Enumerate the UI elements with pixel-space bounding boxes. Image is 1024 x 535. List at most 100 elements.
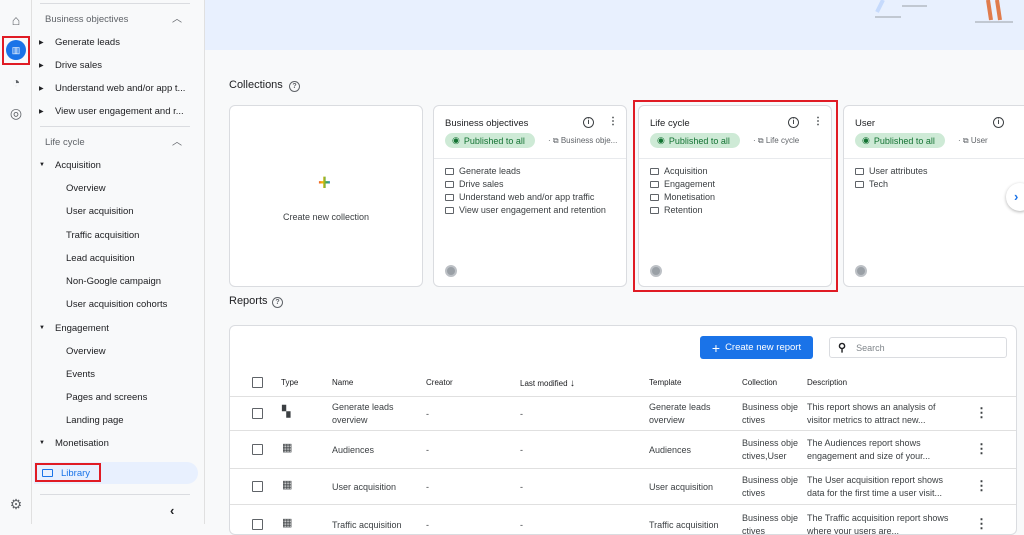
collection-card-user[interactable]: User i ◉ Published to all · ⧉ User User a… — [843, 105, 1024, 287]
report-name[interactable]: User acquisition — [332, 474, 412, 500]
folder-item: Understand web and/or app traffic — [445, 192, 594, 202]
row-checkbox[interactable] — [252, 481, 263, 492]
sidebar-item[interactable]: Landing page — [66, 410, 236, 430]
reports-title: Reports — [229, 295, 268, 307]
select-all-checkbox[interactable] — [252, 377, 263, 388]
more-icon[interactable]: ⋮ — [975, 516, 988, 532]
sidebar-item-monetisation[interactable]: ▼ Monetisation — [32, 433, 202, 453]
table-row[interactable]: ▦ Audiences - - Audiences Business objectives… — [230, 430, 1016, 468]
create-collection-card[interactable]: + Create new collection — [229, 105, 423, 287]
row-checkbox[interactable] — [252, 444, 263, 455]
folder-icon — [445, 193, 454, 201]
home-icon[interactable]: ⌂ — [6, 10, 26, 30]
template-label: · ⧉ Business obje... — [548, 136, 618, 145]
sidebar-item[interactable]: Lead acquisition — [66, 248, 236, 268]
detail-report-icon: ▦ — [282, 442, 293, 454]
section-life-cycle[interactable]: Life cycle — [45, 132, 215, 152]
sidebar-item[interactable]: Traffic acquisition — [66, 225, 236, 245]
sidebar-item[interactable]: Non-Google campaign — [66, 271, 236, 291]
search-input[interactable]: ⚲ Search — [829, 337, 1007, 358]
caret-down-icon: ▼ — [39, 440, 45, 446]
report-name[interactable]: Audiences — [332, 437, 412, 463]
report-name[interactable]: Generate leads overview — [332, 401, 412, 427]
sidebar-item-engagement[interactable]: ▼ Engagement — [32, 318, 202, 338]
info-icon[interactable]: i — [993, 117, 1004, 128]
eye-icon: ◉ — [862, 135, 870, 145]
sidebar-item[interactable]: User acquisition — [66, 201, 236, 221]
card-title: Business objectives — [445, 118, 529, 129]
chevron-up-icon[interactable]: ︿ — [172, 10, 182, 25]
advertising-icon[interactable]: ◎ — [6, 103, 26, 123]
help-icon[interactable]: ? — [272, 297, 283, 308]
folder-icon — [445, 167, 454, 175]
plus-icon: + — [318, 170, 331, 195]
overview-report-icon: ▚ — [282, 406, 291, 418]
table-row[interactable]: ▚ Generate leads overview - - Generate leads… — [230, 396, 1016, 430]
sidebar: Business objectives ︿ ▶ Generate leads ▶ D… — [32, 0, 205, 524]
sidebar-item[interactable]: ▶ Understand web and/or app t... — [32, 78, 202, 98]
google-icon — [855, 265, 867, 277]
reports-table: + Create new report ⚲ Search Type Name Cre… — [229, 325, 1017, 535]
folder-icon — [445, 206, 454, 214]
column-header[interactable]: Template — [649, 378, 681, 387]
info-icon[interactable]: i — [583, 117, 594, 128]
sidebar-item-acquisition[interactable]: ▼ Acquisition — [32, 155, 202, 175]
row-checkbox[interactable] — [252, 408, 263, 419]
highlight-box — [633, 100, 838, 292]
more-icon[interactable]: ⋮ — [608, 116, 618, 127]
settings-icon[interactable]: ⚙ — [6, 494, 26, 514]
collection: Business objectives,User — [742, 438, 799, 461]
left-rail: ⌂ ▥ ◔ ◎ ⚙ — [0, 0, 32, 524]
column-header[interactable]: Collection — [742, 378, 777, 387]
illustration — [875, 0, 1013, 23]
section-business-objectives[interactable]: Business objectives — [45, 9, 215, 29]
table-row[interactable]: ▦ User acquisition - - User acquisition Busin… — [230, 468, 1016, 504]
folder-icon — [445, 180, 454, 188]
more-icon[interactable]: ⋮ — [975, 441, 988, 457]
sidebar-item[interactable]: ▶ Generate leads — [32, 32, 202, 52]
sidebar-item[interactable]: Events — [66, 364, 236, 384]
collapse-sidebar-icon[interactable]: ‹ — [170, 503, 174, 518]
row-checkbox[interactable] — [252, 519, 263, 530]
folder-item: Tech — [855, 179, 888, 189]
collection-card-business-objectives[interactable]: Business objectives i ⋮ ◉ Published to al… — [433, 105, 627, 287]
creator: - — [426, 482, 429, 492]
description: The User acquisition report shows data f… — [807, 475, 944, 498]
sidebar-item[interactable]: Overview — [66, 178, 236, 198]
description: The Audiences report shows engagement an… — [807, 438, 931, 461]
sidebar-item[interactable]: ▶ Drive sales — [32, 55, 202, 75]
template: Generate leads overview — [649, 402, 711, 425]
folder-item: User attributes — [855, 166, 928, 176]
create-report-button[interactable]: + Create new report — [700, 336, 813, 359]
folder-item: Generate leads — [445, 166, 521, 176]
creator: - — [426, 520, 429, 530]
caret-right-icon: ▶ — [39, 108, 44, 115]
sidebar-item[interactable]: ▶ View user engagement and r... — [32, 101, 202, 121]
explore-icon[interactable]: ◔ — [6, 72, 26, 92]
caret-right-icon: ▶ — [39, 39, 44, 46]
last-modified: - — [520, 482, 523, 492]
caret-right-icon: ▶ — [39, 62, 44, 69]
highlight-box — [2, 36, 30, 65]
chevron-up-icon[interactable]: ︿ — [172, 133, 182, 148]
column-header-last-modified[interactable]: Last modified ↓ — [520, 378, 575, 389]
sidebar-item[interactable]: Overview — [66, 341, 236, 361]
table-row[interactable]: ▦ Traffic acquisition - - Traffic acquisitio… — [230, 504, 1016, 534]
folder-item: View user engagement and retention — [445, 205, 606, 215]
status-badge: ◉ Published to all — [445, 133, 535, 148]
eye-icon: ◉ — [452, 135, 460, 145]
sidebar-item[interactable]: User acquisition cohorts — [66, 294, 236, 314]
more-icon[interactable]: ⋮ — [975, 478, 988, 494]
column-header[interactable]: Creator — [426, 378, 453, 387]
help-icon[interactable]: ? — [289, 81, 300, 92]
folder-icon — [855, 180, 864, 188]
sort-down-icon: ↓ — [569, 378, 575, 389]
sidebar-item[interactable]: Pages and screens — [66, 387, 236, 407]
creator: - — [426, 409, 429, 419]
collection: Business objectives — [742, 402, 799, 425]
caret-down-icon: ▼ — [39, 162, 45, 168]
column-header[interactable]: Name — [332, 378, 353, 387]
more-icon[interactable]: ⋮ — [975, 405, 988, 421]
header-banner — [205, 0, 1024, 50]
last-modified: - — [520, 445, 523, 455]
